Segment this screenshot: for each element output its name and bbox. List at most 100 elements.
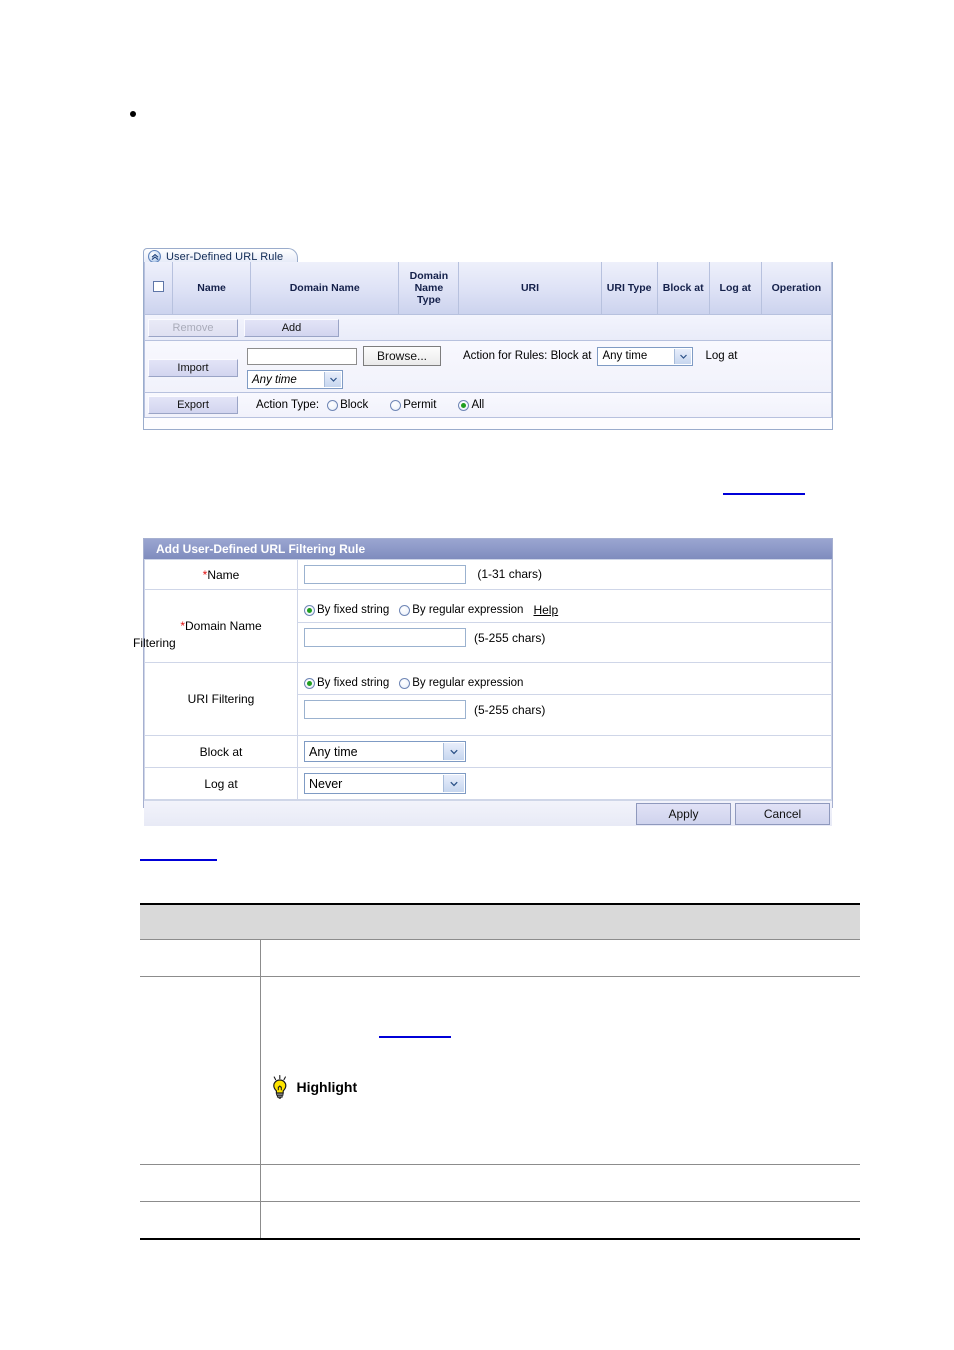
import-file-input[interactable] [247,347,357,365]
chevron-down-icon [674,348,692,364]
form-row-uri-filtering: URI Filtering By fixed string By regular… [144,662,832,736]
form-label-log-at: Log at [204,776,238,791]
domain-name-input[interactable] [304,628,466,647]
column-header-uri-type: URI Type [600,262,658,315]
radio-all-icon[interactable] [458,399,470,411]
parameter-table-header-col1 [140,903,260,940]
form-label-uri-filtering-cell: URI Filtering [144,662,298,736]
form-row-log-at: Log at Never [144,767,832,800]
radio-block-icon[interactable] [327,399,339,411]
radio-uri-fixed-string-icon[interactable] [304,677,315,689]
add-url-filtering-rule-dialog: Add User-Defined URL Filtering Rule *Nam… [133,538,833,826]
action-type-radio-all[interactable]: All [458,399,484,411]
export-row: Export Action Type: Block Permit All [144,393,832,418]
column-header-name: Name [172,262,252,315]
uri-radio-fixed-string[interactable]: By fixed string [304,677,389,689]
figure-link-top[interactable] [723,492,805,495]
radio-domain-fixed-string-icon[interactable] [304,604,315,616]
cancel-button[interactable]: Cancel [735,802,830,825]
form-label-block-at: Block at [199,744,243,759]
table-row [140,1201,860,1240]
log-at-value: Never [309,776,343,791]
parameter-name-cell [140,976,261,1165]
import-log-at-value: Any time [252,373,297,386]
apply-button[interactable]: Apply [636,802,731,825]
import-log-at-label: Log at [705,350,738,362]
action-type-radio-block[interactable]: Block [327,399,368,411]
domain-radio-regular-expression[interactable]: By regular expression [399,604,523,616]
add-button[interactable]: Add [244,318,339,337]
table-row [140,1164,860,1202]
add-rule-form-table: *Name (1-31 chars) *Domain Name Filterin… [133,559,832,800]
parameter-name-cell [140,1201,261,1240]
rule-action-buttons-row: Remove Add [144,315,832,341]
column-header-uri: URI [458,262,602,315]
parameter-table-header-row [140,903,860,940]
radio-permit-icon[interactable] [390,399,402,411]
remove-button[interactable]: Remove [148,318,238,337]
select-all-checkbox[interactable] [153,281,165,292]
parameter-name-cell [140,939,261,977]
radio-uri-regex-icon[interactable] [399,677,411,689]
action-type-radio-permit[interactable]: Permit [390,399,436,411]
action-type-option-permit: Permit [403,399,437,411]
log-at-select[interactable]: Never [304,773,466,794]
form-field-uri-filtering-cell: By fixed string By regular expression (5… [297,662,832,736]
lightbulb-icon [269,1075,291,1099]
form-field-name-cell: (1-31 chars) [297,559,832,590]
browse-button[interactable]: Browse... [363,346,441,366]
parameter-description-table: Highlight [140,903,860,1240]
domain-option-regular-expression: By regular expression [412,604,524,616]
parameter-name-cell [140,1164,261,1202]
action-type-option-all: All [471,399,485,411]
column-header-domain-name: Domain Name [250,262,400,315]
select-all-header-cell [143,262,174,315]
url-rule-table-header-row: Name Domain Name Domain Name Type URI UR… [143,262,833,315]
import-row: Import Browse... Action for Rules: Block… [144,341,832,393]
figure-link-bottom[interactable] [140,858,217,861]
form-field-block-at-cell: Any time [297,735,832,768]
help-link[interactable]: Help [533,603,558,617]
column-header-operation: Operation [760,262,833,315]
form-field-log-at-cell: Never [297,767,832,800]
form-label-name: Name [207,567,240,582]
chevron-down-icon [443,743,464,760]
export-button[interactable]: Export [148,396,238,414]
uri-option-regular-expression: By regular expression [412,677,524,689]
url-rule-table: Name Domain Name Domain Name Type URI UR… [143,262,833,315]
radio-domain-regex-icon[interactable] [399,604,411,616]
uri-input[interactable] [304,700,466,719]
table-row [140,939,860,977]
form-label-domain-name-line2: Filtering [133,635,176,650]
form-row-block-at: Block at Any time [144,735,832,768]
description-text-block [269,983,853,1030]
form-label-uri-filtering: URI Filtering [187,692,255,706]
user-defined-url-rule-panel: Name Domain Name Domain Name Type URI UR… [143,262,833,430]
form-label-block-at-cell: Block at [144,735,298,768]
import-block-at-value: Any time [602,350,648,362]
parameter-table-header-col2 [260,903,860,940]
form-row-name: *Name (1-31 chars) [144,559,832,590]
inline-reference-link[interactable] [378,1035,451,1038]
form-row-domain-name-filtering: *Domain Name Filtering By fixed string B… [133,589,832,663]
action-type-option-block: Block [340,399,369,411]
chevron-down-icon [443,775,464,792]
name-hint: (1-31 chars) [477,566,543,581]
parameter-description-cell: Highlight [260,976,860,1165]
chevron-down-icon [324,372,341,387]
import-log-at-select[interactable]: Any time [247,370,343,389]
parameter-description-cell [260,1201,860,1240]
panel-tab-label: User-Defined URL Rule [166,250,284,263]
import-button[interactable]: Import [148,359,238,377]
import-block-at-select[interactable]: Any time [597,346,694,366]
column-header-domain-name-type: Domain Name Type [398,262,460,315]
domain-radio-fixed-string[interactable]: By fixed string [304,604,389,616]
form-label-domain-name-line1: Domain Name [184,618,262,633]
parameter-description-cell [260,939,860,977]
uri-radio-regular-expression[interactable]: By regular expression [399,677,523,689]
name-input[interactable] [304,565,466,584]
block-at-select[interactable]: Any time [304,741,466,762]
table-row: Highlight [140,976,860,1165]
parameter-description-cell [260,1164,860,1202]
column-header-log-at: Log at [708,262,762,315]
